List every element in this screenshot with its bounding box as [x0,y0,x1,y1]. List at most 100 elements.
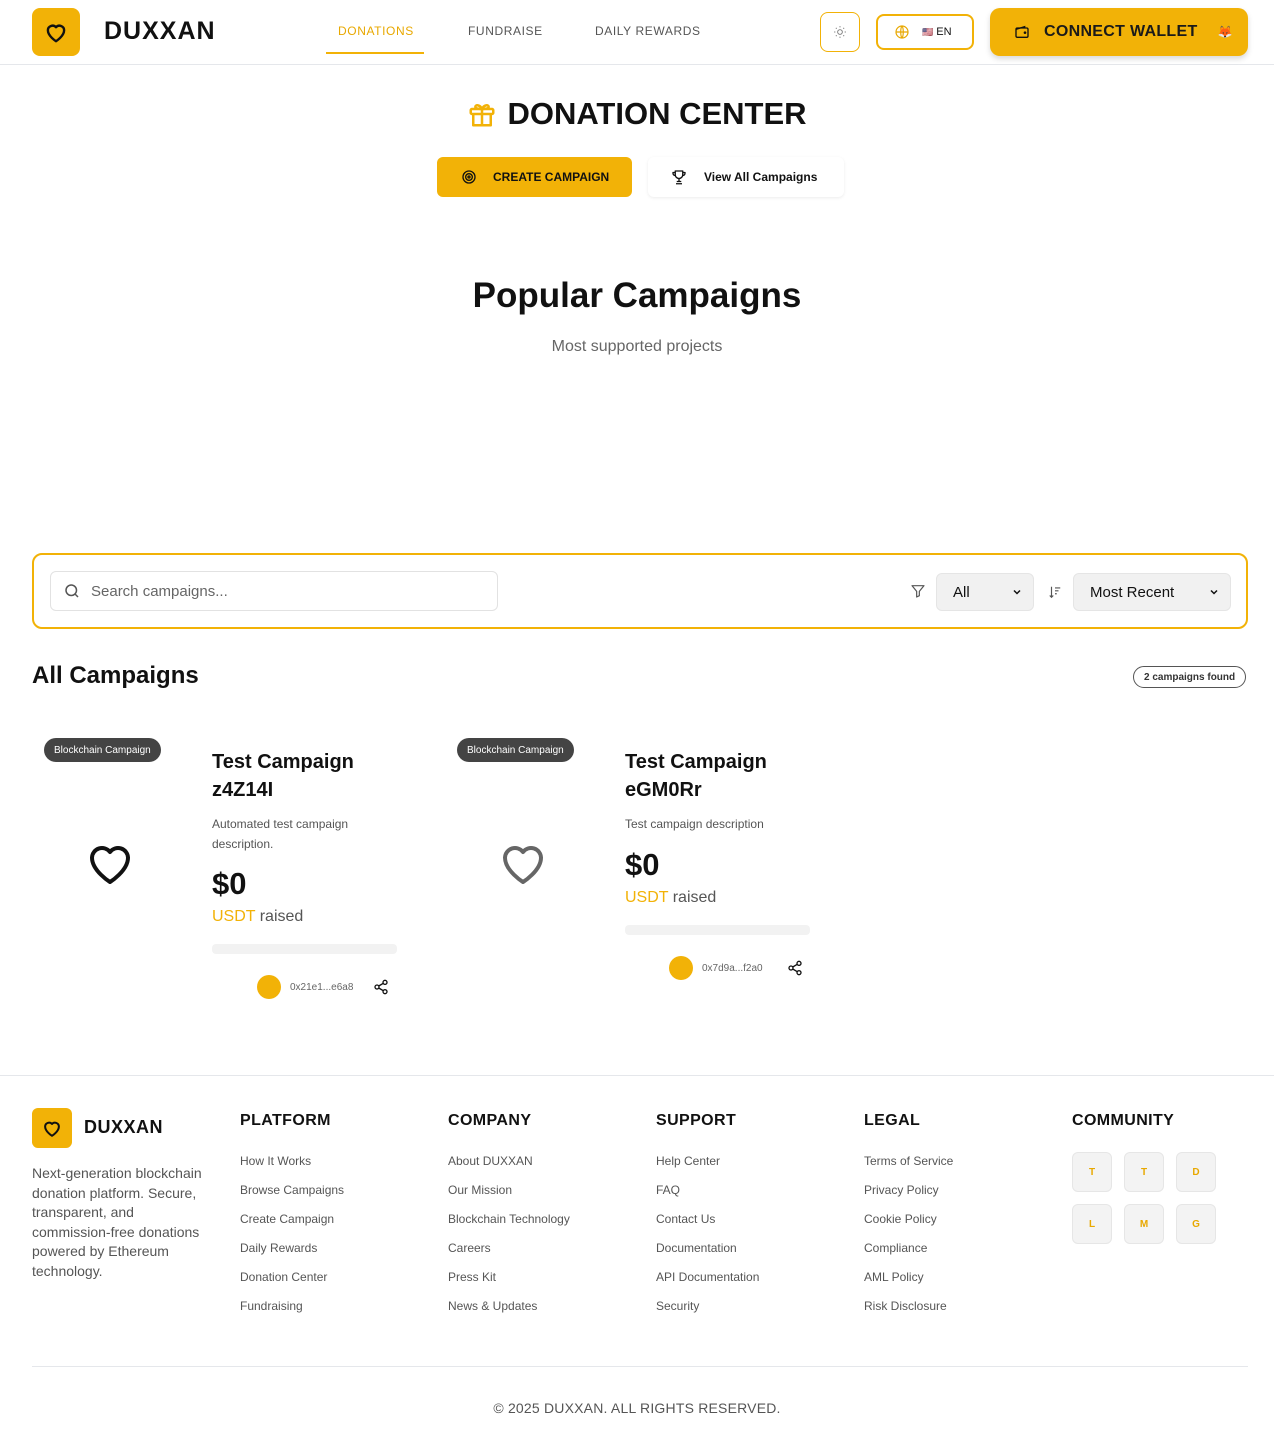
create-campaign-button[interactable]: CREATE CAMPAIGN [437,157,632,197]
footer-link[interactable]: Security [656,1298,759,1327]
campaign-raised-label: raised [259,908,304,925]
footer-column-title: SUPPORT [656,1112,737,1129]
donation-center-title: DONATION CENTER [507,96,807,131]
footer-link[interactable]: Compliance [864,1240,953,1269]
campaign-currency: USDT [212,908,256,925]
footer-link[interactable]: How It Works [240,1153,344,1182]
footer-column-community: COMMUNITY [1072,1112,1174,1153]
theme-toggle-button[interactable] [820,12,860,52]
footer-link[interactable]: FAQ [656,1182,759,1211]
footer-link[interactable]: Careers [448,1240,570,1269]
footer-link[interactable]: Donation Center [240,1269,344,1298]
copyright: © 2025 DUXXAN. ALL RIGHTS RESERVED. [493,1400,781,1416]
search-input[interactable] [91,582,471,600]
footer-link[interactable]: Press Kit [448,1269,570,1298]
search-box[interactable] [50,571,498,611]
footer-link[interactable]: Documentation [656,1240,759,1269]
top-header: DUXXAN DONATIONS FUNDRAISE DAILY REWARDS… [0,0,1274,65]
footer-link[interactable]: API Documentation [656,1269,759,1298]
heart-icon [90,846,130,884]
footer-link[interactable]: Contact Us [656,1211,759,1240]
campaigns-count-badge: 2 campaigns found [1133,666,1247,688]
target-icon [462,170,476,184]
campaign-title[interactable]: Test Campaign z4Z14I [212,748,402,804]
nav-active-underline [326,52,424,54]
heart-icon [44,1121,60,1137]
campaign-currency: USDT [625,889,669,906]
footer-description: Next-generation blockchain donation plat… [32,1165,202,1279]
footer-link[interactable]: AML Policy [864,1269,953,1298]
sun-icon [834,26,846,38]
footer-link[interactable]: Create Campaign [240,1211,344,1240]
campaign-card[interactable]: Blockchain Campaign Test Campaign z4Z14I… [32,726,412,1016]
footer-link[interactable]: Blockchain Technology [448,1211,570,1240]
heart-icon [503,846,543,884]
footer-link[interactable]: About DUXXAN [448,1153,570,1182]
filter-icon [911,585,925,598]
campaign-owner[interactable]: 0x21e1...e6a8 [257,975,353,999]
campaign-description: Automated test campaign description. [212,817,349,851]
social-icon[interactable]: M [1124,1204,1164,1244]
popular-campaigns-subtitle: Most supported projects [551,338,723,355]
footer-link[interactable]: Our Mission [448,1182,570,1211]
footer-link[interactable]: Terms of Service [864,1153,953,1182]
footer-link[interactable]: Risk Disclosure [864,1298,953,1327]
footer-link[interactable]: Help Center [656,1153,759,1182]
social-icon[interactable]: T [1124,1152,1164,1192]
share-icon[interactable] [373,979,389,995]
social-icon[interactable]: L [1072,1204,1112,1244]
owner-address: 0x7d9a...f2a0 [702,962,763,974]
footer-bottom-divider [32,1366,1248,1367]
campaign-amount: $0 [625,847,660,882]
campaign-card[interactable]: Blockchain Campaign Test Campaign eGM0Rr… [445,726,825,1016]
footer-link[interactable]: News & Updates [448,1298,570,1327]
create-campaign-label: CREATE CAMPAIGN [493,170,610,184]
social-icon[interactable]: T [1072,1152,1112,1192]
footer-column-title: PLATFORM [240,1112,331,1129]
campaign-title[interactable]: Test Campaign eGM0Rr [625,748,815,804]
footer-link[interactable]: Fundraising [240,1298,344,1327]
heart-icon [46,24,66,43]
footer-link[interactable]: Browse Campaigns [240,1182,344,1211]
sort-select[interactable]: Most Recent [1073,573,1231,611]
footer-link[interactable]: Daily Rewards [240,1240,344,1269]
language-label: 🇺🇸 EN [922,26,952,38]
footer-link[interactable]: Cookie Policy [864,1211,953,1240]
category-select-value: All [953,583,970,601]
social-icon[interactable]: D [1176,1152,1216,1192]
all-campaigns-title: All Campaigns [32,662,199,689]
campaign-owner[interactable]: 0x7d9a...f2a0 [669,956,763,980]
globe-icon [895,25,909,39]
sort-icon [1049,586,1061,599]
view-all-campaigns-label: View All Campaigns [704,170,818,184]
flag-icon: 🇺🇸 [922,27,934,37]
footer-column-title: COMMUNITY [1072,1112,1175,1129]
owner-avatar [257,975,281,999]
nav-fundraise[interactable]: FUNDRAISE [468,24,543,38]
footer-column-legal: LEGAL Terms of Service Privacy Policy Co… [864,1112,953,1327]
gift-icon [469,104,495,127]
nav-donations[interactable]: DONATIONS [338,24,414,38]
footer-link[interactable]: Privacy Policy [864,1182,953,1211]
footer-column-title: LEGAL [864,1112,921,1129]
nav-daily-rewards[interactable]: DAILY REWARDS [595,24,701,38]
owner-address: 0x21e1...e6a8 [290,981,354,993]
share-icon[interactable] [787,960,803,976]
footer-column-platform: PLATFORM How It Works Browse Campaigns C… [240,1112,344,1327]
trophy-icon [672,170,686,185]
donation-center-heading: DONATION CENTER [0,96,1274,132]
language-selector[interactable]: 🇺🇸 EN [876,14,974,50]
brand-name[interactable]: DUXXAN [104,17,216,46]
connect-wallet-button[interactable]: CONNECT WALLET 🦊 [990,8,1248,56]
campaign-description: Test campaign description [625,817,764,831]
category-select[interactable]: All [936,573,1034,611]
wallet-icon [1015,25,1029,38]
view-all-campaigns-button[interactable]: View All Campaigns [648,157,844,197]
social-icon[interactable]: G [1176,1204,1216,1244]
logo[interactable] [32,8,80,56]
chevron-down-icon [1013,589,1021,595]
footer-logo[interactable] [32,1108,72,1148]
footer-column-title: COMPANY [448,1112,532,1129]
campaign-raised: USDT raised [625,889,716,907]
campaign-raised-label: raised [672,889,717,906]
